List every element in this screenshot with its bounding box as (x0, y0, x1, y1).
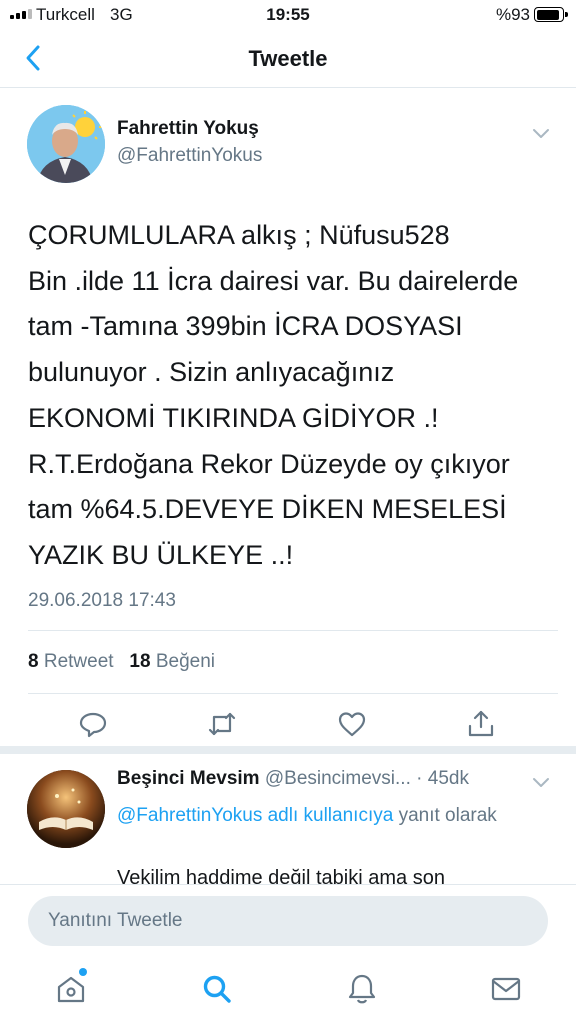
status-time: 19:55 (266, 5, 310, 24)
reply-menu-button[interactable] (530, 771, 552, 793)
reply-icon (79, 712, 107, 738)
tweet-detail: Fahrettin Yokuş @FahrettinYokus ÇORUMLUL… (0, 88, 576, 754)
chevron-down-icon (533, 129, 549, 138)
retweet-count: 8 (28, 651, 39, 672)
reply-compose-input[interactable]: Yanıtını Tweetle (28, 896, 548, 946)
profile-photo (27, 105, 105, 183)
battery-percent: %93 (495, 5, 530, 24)
divider (28, 693, 558, 694)
tweet-text-line: EKONOMİ TIKIRINDA GİDİYOR .! (28, 402, 439, 433)
tab-bar (0, 956, 576, 1024)
battery-fill (536, 9, 559, 20)
avatar[interactable] (27, 770, 105, 848)
like-button[interactable] (336, 708, 368, 740)
retweet-icon (208, 712, 236, 736)
tweet-text: ÇORUMLULARA alkış ; Nüfusu528 Bin .ilde … (28, 213, 558, 579)
compose-bar: Yanıtını Tweetle (0, 884, 576, 956)
tweet-menu-button[interactable] (530, 122, 552, 144)
reply-text: Vekilim haddime değil tabiki ama son (117, 867, 445, 884)
home-icon (57, 976, 85, 1003)
reply-author-handle[interactable]: @Besincimevsi... (265, 768, 411, 789)
tweet-actions (0, 708, 576, 740)
reply-header: Beşinci Mevsim @Besincimevsi... · 45dk (117, 768, 469, 790)
battery-icon (534, 7, 568, 22)
reply-to-mention[interactable]: @FahrettinYokus adlı kullanıcıya (117, 805, 393, 826)
like-label: Beğeni (155, 651, 215, 672)
author-handle[interactable]: @FahrettinYokus (117, 145, 262, 167)
tab-messages[interactable] (489, 972, 523, 1006)
search-icon (203, 975, 231, 1003)
tweet-text-line: Bin .ilde 11 İcra dairesi var. Bu dairel… (28, 265, 519, 296)
chevron-down-icon (533, 778, 549, 787)
share-button[interactable] (465, 708, 497, 740)
tweet-text-line: tam %64.5.DEVEYE DİKEN MESELESİ (28, 494, 507, 525)
tweet-text-line: tam -Tamına 399bin İCRA DOSYASI (28, 311, 463, 342)
reply-to-suffix: yanıt olarak (393, 805, 497, 826)
author-name[interactable]: Fahrettin Yokuş (117, 118, 259, 140)
tab-search[interactable] (200, 972, 234, 1006)
messages-icon (491, 977, 521, 1001)
profile-photo (27, 770, 105, 848)
retweets-link[interactable]: 8 Retweet (28, 651, 114, 672)
retweet-button[interactable] (206, 708, 238, 740)
share-icon (468, 710, 494, 737)
new-content-badge (79, 968, 87, 976)
reply-button[interactable] (77, 708, 109, 740)
tweet-timestamp: 29.06.2018 17:43 (28, 590, 176, 611)
like-count: 18 (129, 651, 151, 672)
heart-icon (338, 712, 366, 737)
reply-author-name[interactable]: Beşinci Mevsim (117, 768, 260, 789)
navigation-bar: Tweetle (0, 30, 576, 88)
tweet-text-line: YAZIK BU ÜLKEYE ..! (28, 539, 294, 570)
reply-tweet[interactable]: Beşinci Mevsim @Besincimevsi... · 45dk @… (0, 754, 576, 884)
tweet-stats: 8 Retweet 18 Beğeni (28, 651, 215, 673)
tweet-text-line: R.T.Erdoğana Rekor Düzeyde oy çıkıyor (28, 448, 510, 479)
tweet-text-line: ÇORUMLULARA alkış ; Nüfusu528 (28, 220, 450, 250)
notifications-icon (348, 974, 376, 1004)
status-bar: Turkcell 3G 19:55 %93 (0, 0, 576, 30)
reply-time: · 45dk (416, 768, 469, 789)
tab-notifications[interactable] (345, 972, 379, 1006)
page-title: Tweetle (248, 46, 328, 71)
tweet-text-line: bulunuyor . Sizin anlıyacağınız (28, 357, 395, 388)
tab-home[interactable] (54, 972, 88, 1006)
likes-link[interactable]: 18 Beğeni (129, 651, 215, 672)
replying-to: @FahrettinYokus adlı kullanıcıya yanıt o… (117, 800, 547, 831)
divider (28, 630, 558, 631)
avatar[interactable] (27, 105, 105, 183)
retweet-label: Retweet (43, 651, 114, 672)
